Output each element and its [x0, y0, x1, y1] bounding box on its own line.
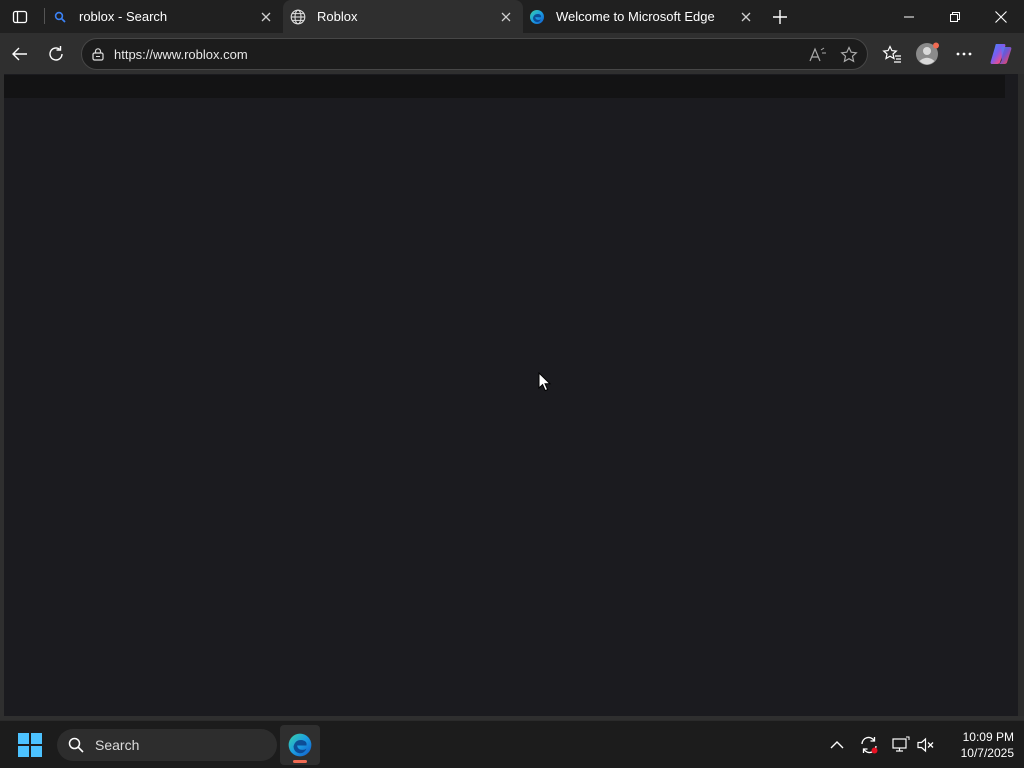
back-arrow-icon — [12, 47, 27, 61]
tab-roblox[interactable]: Roblox — [283, 0, 523, 33]
network-icon — [892, 736, 910, 752]
taskbar-search-label: Search — [95, 737, 140, 753]
copilot-icon — [990, 44, 1012, 64]
scrollbar[interactable] — [1018, 74, 1024, 716]
tab-separator — [44, 8, 45, 24]
restore-icon — [950, 11, 960, 22]
browser-titlebar: roblox - Search Roblox Welcome to Micros… — [0, 0, 1024, 33]
refresh-button[interactable] — [42, 40, 70, 68]
taskbar-edge-app[interactable] — [280, 725, 320, 765]
tab-close-icon[interactable] — [258, 9, 274, 25]
running-indicator — [293, 760, 307, 763]
tab-actions-icon — [12, 10, 28, 24]
clock-time: 10:09 PM — [962, 730, 1014, 744]
tab-roblox-search[interactable]: roblox - Search — [46, 0, 283, 33]
close-window-button[interactable] — [978, 0, 1024, 33]
minimize-button[interactable] — [886, 0, 932, 33]
restore-button[interactable] — [932, 0, 978, 33]
taskbar: Search 10:09 PM 10/7/2025 — [0, 720, 1024, 768]
back-button[interactable] — [6, 40, 34, 68]
windows-logo-icon — [18, 733, 42, 757]
tab-title: Welcome to Microsoft Edge — [556, 9, 715, 24]
sync-icon — [861, 736, 878, 754]
tab-close-icon[interactable] — [738, 9, 754, 25]
browser-content-area — [0, 74, 1024, 720]
mouse-cursor-icon — [538, 371, 552, 397]
volume-muted-icon — [917, 737, 934, 753]
edge-icon — [288, 733, 312, 757]
copilot-button[interactable] — [987, 40, 1015, 68]
avatar-icon — [916, 42, 939, 65]
show-hidden-icons-button[interactable] — [825, 733, 849, 757]
sync-status-button[interactable] — [857, 733, 881, 757]
refresh-icon — [49, 46, 63, 61]
favorites-icon — [882, 45, 901, 63]
tab-close-icon[interactable] — [498, 9, 514, 25]
tab-welcome-edge[interactable]: Welcome to Microsoft Edge — [523, 0, 763, 33]
tab-title: roblox - Search — [79, 9, 168, 24]
lock-icon[interactable] — [90, 46, 106, 62]
new-tab-button[interactable] — [768, 5, 792, 29]
chevron-up-icon — [830, 741, 844, 749]
close-icon — [995, 10, 1007, 23]
web-page[interactable] — [4, 74, 1018, 716]
search-icon — [67, 736, 85, 754]
clock-date: 10/7/2025 — [960, 746, 1014, 760]
taskbar-clock[interactable]: 10:09 PM 10/7/2025 — [944, 729, 1014, 761]
globe-icon — [290, 9, 306, 25]
favorites-button[interactable] — [878, 40, 906, 68]
tab-title: Roblox — [317, 9, 358, 24]
address-url[interactable]: https://www.roblox.com — [114, 47, 248, 62]
plus-icon — [773, 10, 787, 24]
profile-button[interactable] — [914, 40, 942, 68]
tab-actions-button[interactable] — [8, 5, 32, 29]
taskbar-search-box[interactable]: Search — [57, 729, 277, 761]
browser-toolbar: https://www.roblox.com — [0, 33, 1024, 74]
page-top-bar — [4, 75, 1005, 98]
address-bar[interactable]: https://www.roblox.com — [81, 38, 868, 70]
search-icon — [52, 9, 68, 25]
minimize-icon — [904, 16, 914, 17]
read-aloud-icon[interactable] — [808, 45, 828, 65]
favorite-star-icon[interactable] — [839, 45, 859, 65]
edge-icon — [529, 9, 545, 25]
settings-more-button[interactable] — [950, 40, 978, 68]
start-button[interactable] — [17, 732, 43, 758]
network-button[interactable] — [889, 733, 913, 757]
more-dots-icon — [956, 52, 972, 56]
volume-button[interactable] — [914, 733, 938, 757]
